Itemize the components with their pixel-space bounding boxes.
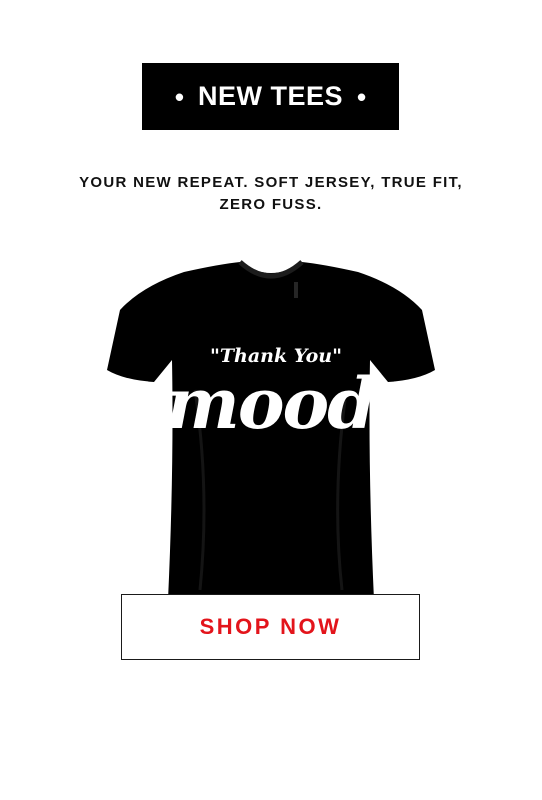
- subtitle-line-1: YOUR NEW REPEAT. SOFT JERSEY, TRUE FIT,: [79, 174, 463, 191]
- tshirt-illustration: "Thank You" mood: [107, 260, 435, 600]
- product-image-tshirt[interactable]: "Thank You" mood: [100, 250, 442, 602]
- new-tees-banner: • NEW TEES •: [142, 63, 399, 130]
- subtitle-text: YOUR NEW REPEAT. SOFT JERSEY, TRUE FIT, …: [40, 172, 502, 216]
- bullet-left: •: [174, 81, 184, 112]
- subtitle-line-2: ZERO FUSS.: [219, 196, 323, 213]
- print-mood-text: mood: [166, 362, 375, 445]
- shop-now-button[interactable]: SHOP NOW: [121, 594, 420, 660]
- banner-title: NEW TEES: [197, 81, 343, 111]
- bullet-right: •: [357, 81, 367, 112]
